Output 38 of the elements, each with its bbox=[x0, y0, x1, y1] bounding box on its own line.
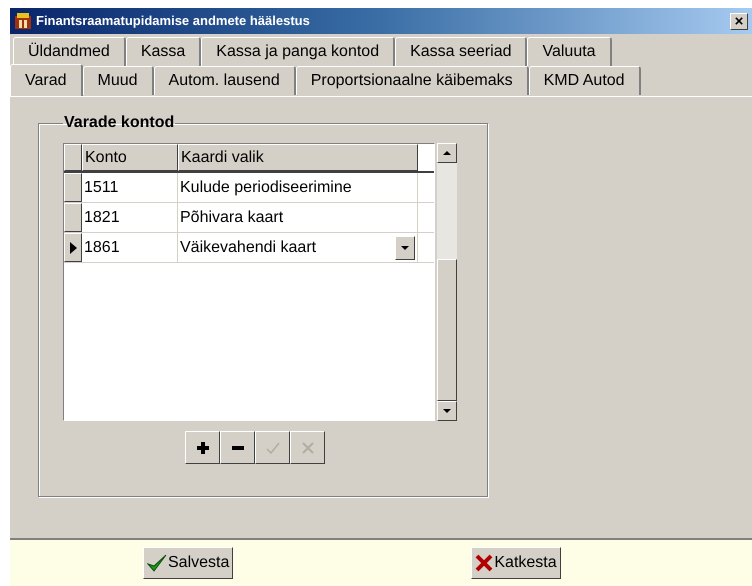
tab[interactable]: Üldandmed bbox=[13, 37, 126, 66]
check-icon bbox=[147, 554, 167, 572]
dropdown-button[interactable] bbox=[395, 236, 415, 260]
table-cell-text: Väikevahendi kaart bbox=[179, 238, 318, 258]
tab[interactable]: Autom. lausend bbox=[154, 66, 296, 95]
column-header: Konto bbox=[82, 144, 178, 171]
cancel-button[interactable]: Katkesta bbox=[471, 547, 561, 579]
table-cell-text: 1861 bbox=[83, 238, 121, 258]
cross-icon bbox=[302, 442, 314, 454]
table-cell-text: 1821 bbox=[83, 208, 121, 228]
table-cell-text: Põhivara kaart bbox=[179, 208, 284, 228]
minus-icon bbox=[232, 446, 244, 450]
table-cell-text: Kulude periodiseerimine bbox=[179, 178, 353, 198]
tab[interactable]: Kassa ja panga kontod bbox=[201, 37, 396, 66]
navigator-button[interactable] bbox=[220, 431, 255, 464]
navigator-button[interactable] bbox=[185, 431, 220, 464]
check-icon bbox=[266, 442, 280, 454]
plus-icon bbox=[196, 442, 208, 454]
tab[interactable]: Valuuta bbox=[527, 37, 612, 66]
current-row-icon bbox=[70, 242, 76, 254]
close-button[interactable]: × bbox=[730, 12, 748, 30]
column-header: Kaardi valik bbox=[178, 144, 418, 171]
scrollbar[interactable] bbox=[437, 143, 457, 421]
tab[interactable]: Proportsionaalne käibemaks bbox=[296, 66, 529, 95]
scroll-up-icon bbox=[443, 151, 451, 155]
tab[interactable]: Kassa bbox=[126, 37, 202, 66]
tab[interactable]: Muud bbox=[82, 66, 154, 95]
tab[interactable]: KMD Autod bbox=[528, 66, 641, 95]
group-title: Varade kontod bbox=[63, 113, 176, 133]
window-title: Finantsraamatupidamise andmete häälestus bbox=[36, 12, 311, 30]
cross-icon bbox=[475, 554, 494, 572]
caret-icon bbox=[401, 246, 409, 250]
save-button[interactable]: Salvesta bbox=[143, 547, 234, 579]
scroll-down-icon bbox=[443, 409, 451, 413]
app-icon bbox=[14, 12, 32, 30]
tab[interactable]: Kassa seeriad bbox=[395, 37, 528, 66]
table-cell-text: 1511 bbox=[83, 178, 120, 198]
tab[interactable]: Varad bbox=[10, 64, 83, 96]
